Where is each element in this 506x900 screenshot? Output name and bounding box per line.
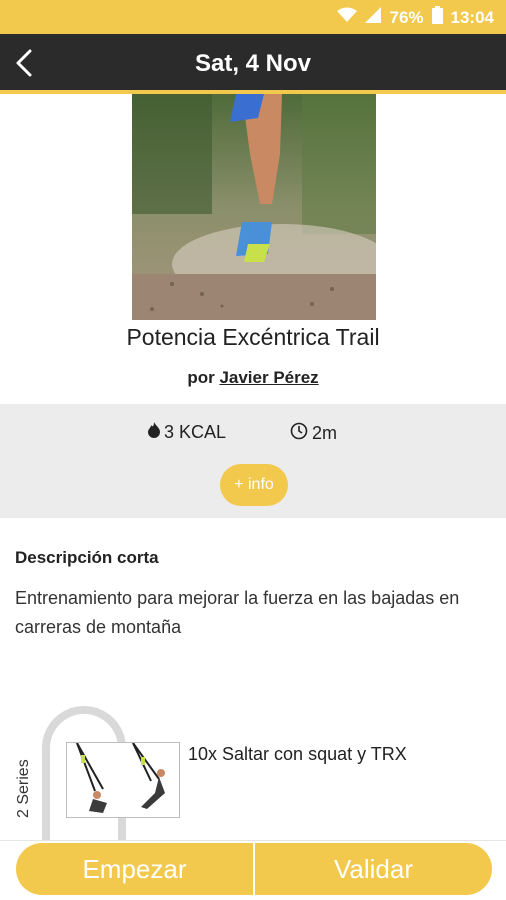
exercise-name[interactable]: 10x Saltar con squat y TRX (188, 744, 407, 765)
signal-icon (365, 7, 382, 28)
author-prefix: por (187, 368, 215, 387)
page-title: Sat, 4 Nov (194, 50, 312, 77)
status-time: 13:04 (450, 7, 494, 27)
duration-value: 2m (312, 423, 338, 443)
flame-icon (148, 422, 160, 443)
validate-button[interactable]: Validar (255, 843, 492, 895)
description-text: Entrenamiento para mejorar la fuerza en … (15, 588, 460, 637)
wifi-icon (337, 7, 358, 28)
kcal-stat: 3 KCAL (148, 422, 226, 443)
clock-icon (290, 422, 308, 445)
description-heading: Descripción corta (15, 548, 159, 567)
author-link[interactable]: Javier Pérez (219, 368, 318, 387)
status-bar: 76% 13:04 (0, 0, 506, 34)
start-button[interactable]: Empezar (16, 843, 255, 895)
duration-stat: 2m (290, 422, 337, 445)
bottom-action-bar: Empezar Validar (0, 840, 506, 900)
workout-hero-image (132, 94, 376, 320)
kcal-value: 3 KCAL (164, 422, 227, 442)
series-label: 2 Series (15, 759, 32, 818)
app-bar: Sat, 4 Nov (0, 34, 506, 94)
workout-title: Potencia Excéntrica Trail (126, 324, 380, 350)
workout-author: por Javier Pérez (0, 368, 506, 388)
info-button[interactable]: + info (220, 464, 288, 506)
battery-percent: 76% (389, 7, 424, 27)
battery-icon (431, 6, 443, 29)
series-block: 2 Series 10x Saltar con squat y TRX (0, 700, 506, 846)
workout-stats: 3 KCAL 2m + info (0, 404, 506, 518)
exercise-thumbnail[interactable] (66, 742, 180, 818)
action-buttons: Empezar Validar (16, 843, 492, 895)
